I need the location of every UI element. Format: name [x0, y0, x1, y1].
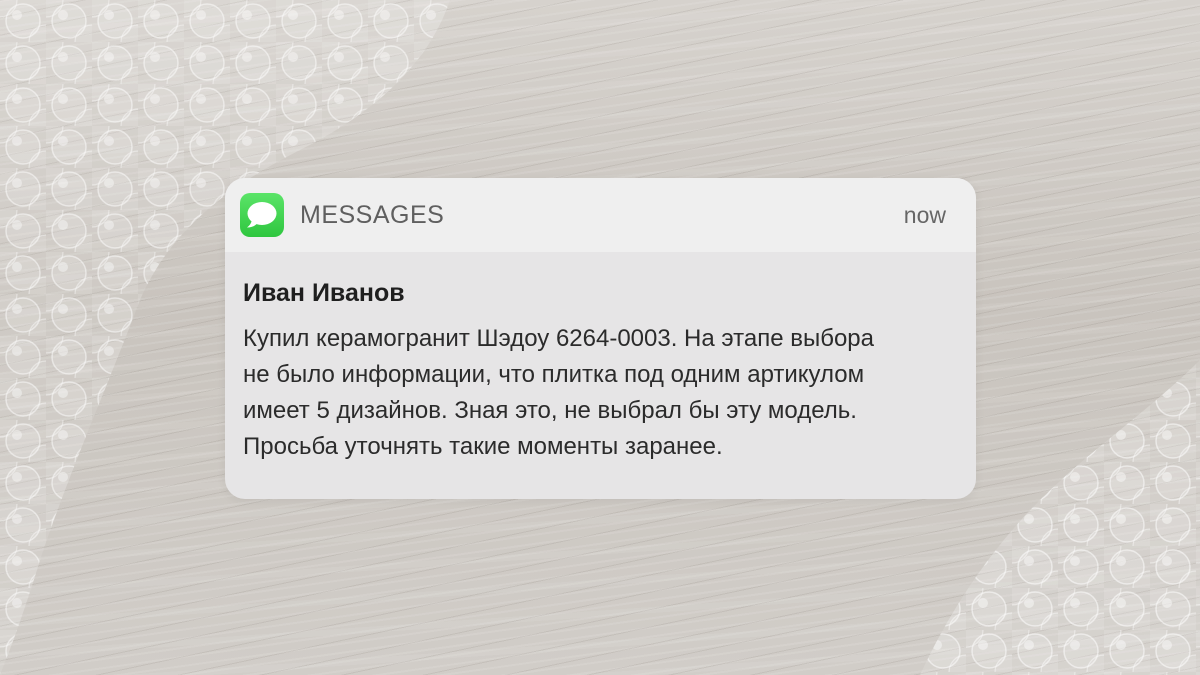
message-line: Купил керамогранит Шэдоу 6264-0003. На э…	[243, 325, 874, 352]
sender-name: Иван Иванов	[243, 279, 405, 307]
message-notification[interactable]: MESSAGES now Иван Иванов Купил керамогра…	[225, 178, 976, 499]
message-line: Просьба уточнять такие моменты заранее.	[243, 433, 723, 460]
notification-header: MESSAGES now	[225, 178, 976, 252]
message-text: Купил керамогранит Шэдоу 6264-0003. На э…	[243, 321, 958, 465]
app-name: MESSAGES	[300, 201, 445, 229]
messages-bubble-icon	[240, 193, 284, 237]
notification-timestamp: now	[903, 202, 946, 228]
message-line: не было информации, что плитка под одним…	[243, 361, 865, 388]
message-line: имеет 5 дизайнов. Зная это, не выбрал бы…	[243, 397, 857, 424]
